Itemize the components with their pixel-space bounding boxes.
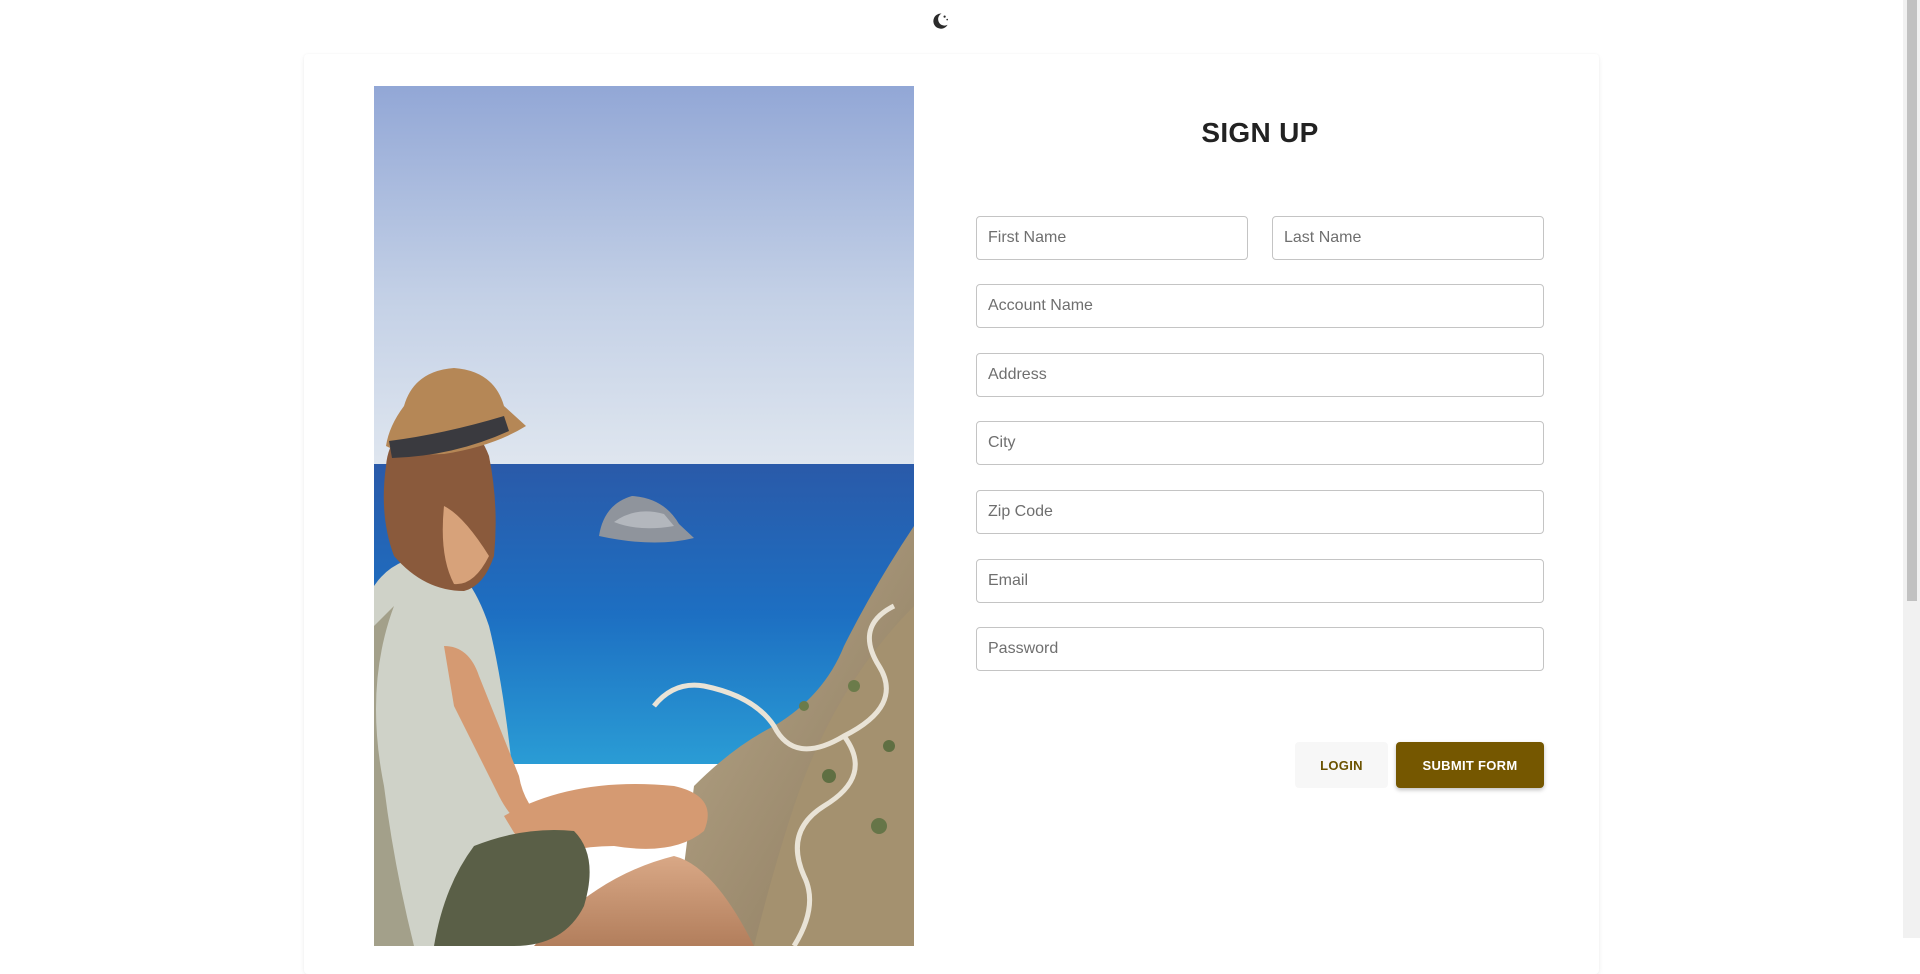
address-input[interactable] (977, 354, 1543, 396)
last-name-field[interactable] (1272, 216, 1544, 260)
last-name-input[interactable] (1273, 217, 1543, 259)
account-name-input[interactable] (977, 285, 1543, 327)
scrollbar-thumb[interactable] (1907, 0, 1917, 601)
travel-photo (374, 86, 914, 946)
theme-toggle-button[interactable] (929, 10, 951, 32)
moon-icon (929, 10, 951, 32)
account-name-field[interactable] (976, 284, 1544, 328)
email-input[interactable] (977, 560, 1543, 602)
city-field[interactable] (976, 421, 1544, 465)
signup-form: SIGN UP LOGIN SUBMIT FORM (976, 86, 1544, 788)
zip-code-input[interactable] (977, 491, 1543, 533)
password-field[interactable] (976, 627, 1544, 671)
login-button[interactable]: LOGIN (1295, 742, 1388, 788)
submit-form-button[interactable]: SUBMIT FORM (1396, 742, 1544, 788)
zip-code-field[interactable] (976, 490, 1544, 534)
vertical-scrollbar[interactable] (1903, 0, 1920, 938)
signup-card: SIGN UP LOGIN SUBMIT FORM (304, 54, 1599, 974)
city-input[interactable] (977, 422, 1543, 464)
email-field[interactable] (976, 559, 1544, 603)
first-name-field[interactable] (976, 216, 1248, 260)
password-input[interactable] (977, 628, 1543, 670)
first-name-input[interactable] (977, 217, 1247, 259)
page-title: SIGN UP (1201, 117, 1319, 148)
address-field[interactable] (976, 353, 1544, 397)
